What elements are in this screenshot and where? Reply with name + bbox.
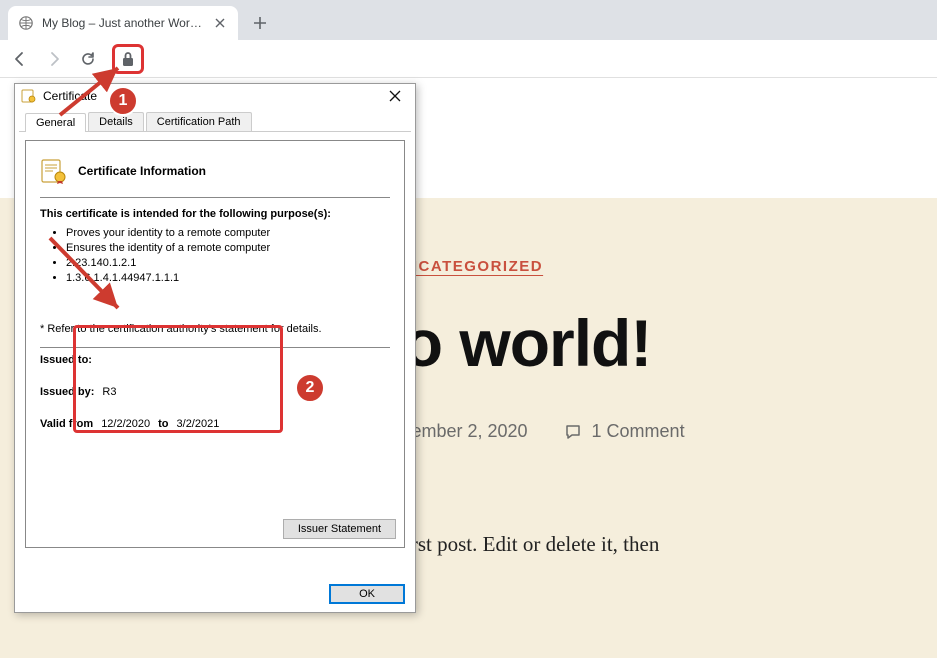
close-icon[interactable]: [212, 15, 228, 31]
dialog-title: Certificate: [43, 89, 381, 103]
tab-details[interactable]: Details: [88, 112, 144, 131]
browser-toolbar: [0, 40, 937, 78]
cert-refer-note: * Refer to the certification authority's…: [40, 323, 390, 335]
issued-by-label: Issued by:: [40, 386, 94, 398]
issuer-statement-button[interactable]: Issuer Statement: [283, 519, 396, 539]
valid-from-label: Valid from: [40, 418, 93, 430]
globe-icon: [18, 15, 34, 31]
ok-button[interactable]: OK: [329, 584, 405, 604]
valid-to-label: to: [158, 418, 168, 430]
cert-purpose-item: Proves your identity to a remote compute…: [66, 226, 390, 241]
comment-icon: [564, 423, 582, 441]
tab-general[interactable]: General: [25, 113, 86, 132]
cert-info-heading: Certificate Information: [78, 164, 206, 178]
cert-general-panel: Certificate Information This certificate…: [25, 140, 405, 548]
certificate-icon: [21, 88, 37, 104]
valid-to-value: 3/2/2021: [177, 418, 220, 430]
lock-icon[interactable]: [121, 51, 135, 67]
post-comments-text: 1 Comment: [592, 421, 685, 442]
tab-certification-path[interactable]: Certification Path: [146, 112, 252, 131]
cert-purpose-item: Ensures the identity of a remote compute…: [66, 241, 390, 256]
cert-tab-strip: General Details Certification Path: [19, 108, 411, 132]
certificate-dialog: Certificate General Details Certificatio…: [14, 83, 416, 613]
valid-from-value: 12/2/2020: [101, 418, 150, 430]
certificate-large-icon: [40, 157, 68, 185]
new-tab-button[interactable]: [246, 9, 274, 37]
cert-purposes-list: Proves your identity to a remote compute…: [66, 226, 390, 285]
browser-tab[interactable]: My Blog – Just another WordPres: [8, 6, 238, 40]
tab-title: My Blog – Just another WordPres: [42, 16, 204, 30]
cert-purposes-heading: This certificate is intended for the fol…: [40, 208, 390, 220]
dialog-close-button[interactable]: [381, 86, 409, 106]
post-comments-link[interactable]: 1 Comment: [564, 421, 685, 442]
browser-tab-strip: My Blog – Just another WordPres: [0, 0, 937, 40]
cert-purpose-item: 1.3.6.1.4.1.44947.1.1.1: [66, 271, 390, 286]
reload-button[interactable]: [78, 49, 98, 69]
forward-button[interactable]: [44, 49, 64, 69]
dialog-titlebar: Certificate: [15, 84, 415, 108]
site-security-lock-highlight: [112, 44, 144, 74]
issued-to-label: Issued to:: [40, 354, 92, 366]
cert-purpose-item: 2.23.140.1.2.1: [66, 256, 390, 271]
issued-by-value: R3: [102, 386, 116, 398]
back-button[interactable]: [10, 49, 30, 69]
